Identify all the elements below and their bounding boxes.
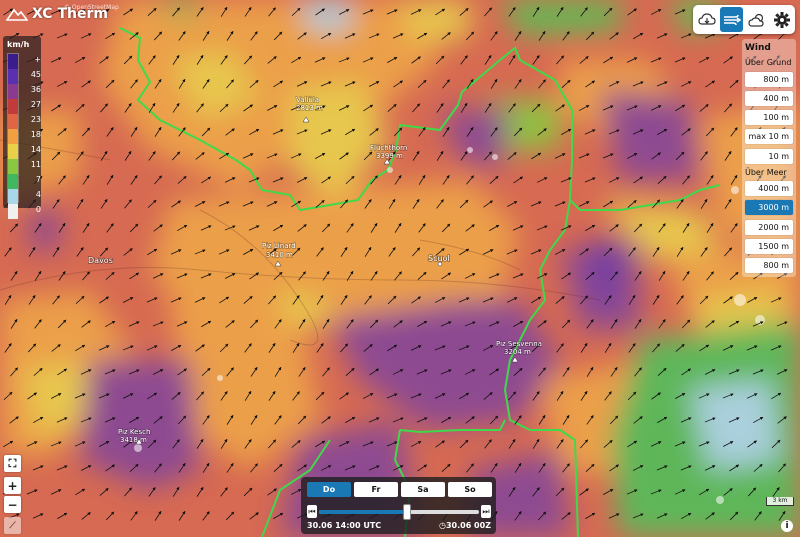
above-ground-label: Über Grund — [745, 58, 792, 67]
current-time-label: 30.06 14:00 UTC — [307, 521, 382, 530]
legend-label: 14 — [30, 145, 41, 154]
peak-elev-piz-sesvenna: 3204 m — [504, 348, 531, 356]
legend-label: 27 — [30, 100, 41, 109]
time-slider-panel: Do Fr Sa So ⏮ ⏭ 30.06 14:00 UTC ◷30.06 0… — [301, 477, 496, 534]
altitude-option-agl-400[interactable]: 400 m — [745, 91, 793, 106]
day-tab-sunday[interactable]: So — [448, 482, 492, 497]
skip-end-icon[interactable]: ⏭ — [481, 505, 491, 518]
thermal-cloud-button[interactable] — [695, 7, 718, 32]
slider-handle[interactable] — [403, 504, 411, 520]
altitude-option-msl-4000[interactable]: 4000 m — [745, 181, 793, 196]
wind-map[interactable]: Davos Scuol Piz Kesch 3418 m Piz Linard … — [0, 0, 800, 537]
altitude-option-msl-2000[interactable]: 2000 m — [745, 220, 793, 235]
ruler-button[interactable]: ⟋ — [4, 517, 21, 534]
town-marker — [437, 261, 443, 267]
legend-swatch — [8, 144, 18, 159]
peak-elev-vallula: 2813 m — [296, 104, 323, 112]
fullscreen-button[interactable]: ⛶ — [4, 455, 21, 472]
legend-label: + — [34, 55, 41, 64]
legend-swatch — [8, 84, 18, 99]
slider-progress — [319, 510, 407, 514]
peak-name-vallula: Vallüla — [296, 96, 319, 104]
peak-elev-fluchthorn: 3399 m — [376, 152, 403, 160]
wind-panel-title: Wind — [745, 43, 771, 53]
sun-cloud-button[interactable] — [745, 7, 768, 32]
gear-icon — [773, 11, 790, 28]
skip-start-icon[interactable]: ⏮ — [307, 505, 317, 518]
altitude-option-agl-10[interactable]: 10 m — [745, 149, 793, 164]
mountain-icon — [6, 8, 28, 21]
legend-swatch — [8, 159, 18, 174]
peak-elev-piz-linard: 3410 m — [266, 251, 293, 259]
peak-name-piz-linard: Piz Linard — [262, 242, 296, 250]
altitude-option-msl-800[interactable]: 800 m — [745, 258, 793, 273]
zoom-out-button[interactable]: − — [4, 496, 21, 513]
altitude-option-agl-800[interactable]: 800 m — [745, 72, 793, 87]
altitude-option-agl-max10[interactable]: max 10 m — [745, 129, 793, 144]
legend-label: 23 — [30, 115, 41, 124]
legend-color-bar — [7, 53, 19, 219]
legend-swatch — [8, 99, 18, 114]
legend-swatch — [8, 129, 18, 144]
clock-icon: ◷ — [438, 521, 446, 530]
fullscreen-icon: ⛶ — [8, 456, 17, 470]
altitude-option-agl-100[interactable]: 100 m — [745, 110, 793, 125]
legend-label: 36 — [30, 85, 41, 94]
ruler-icon: ⟋ — [9, 520, 16, 531]
sun-cloud-icon — [747, 13, 764, 27]
map-attribution[interactable]: © OpenStreetMap — [64, 4, 119, 11]
legend-swatch — [8, 114, 18, 129]
day-tabs: Do Fr Sa So — [307, 482, 492, 497]
thermal-cloud-icon — [697, 12, 716, 25]
legend-label: 18 — [30, 130, 41, 139]
legend-label: 11 — [30, 160, 41, 169]
wind-layer-button[interactable] — [720, 7, 743, 32]
day-tab-friday[interactable]: Fr — [354, 482, 398, 497]
legend-label: 0 — [35, 205, 41, 214]
settings-button[interactable] — [770, 7, 793, 32]
day-tab-thursday[interactable]: Do — [307, 482, 351, 497]
info-button[interactable]: i — [781, 520, 793, 532]
wind-icon — [723, 14, 741, 25]
legend-swatch — [8, 204, 18, 219]
layer-toolbar — [693, 5, 795, 34]
day-tab-saturday[interactable]: Sa — [401, 482, 445, 497]
legend-swatch — [8, 69, 18, 84]
legend-label: 7 — [35, 175, 41, 184]
peak-elev-piz-kesch: 3418 m — [120, 436, 147, 444]
legend-swatch — [8, 189, 18, 204]
wind-altitude-panel: Wind Über Grund 800 m 400 m 100 m max 10… — [742, 39, 796, 277]
time-slider[interactable]: ⏮ ⏭ — [307, 504, 491, 520]
peak-name-piz-sesvenna: Piz Sesvenna — [496, 340, 542, 348]
legend-label: 4 — [35, 190, 41, 199]
legend-label: 45 — [30, 70, 41, 79]
peak-name-piz-kesch: Piz Kesch — [118, 428, 150, 436]
legend-swatch — [8, 174, 18, 189]
legend-unit: km/h — [7, 40, 30, 49]
altitude-option-msl-1500[interactable]: 1500 m — [745, 239, 793, 254]
town-label-davos: Davos — [88, 256, 113, 265]
zoom-in-button[interactable]: + — [4, 477, 21, 494]
wind-speed-legend: km/h +45 36 27 23 18 14 11 7 4 0 — [3, 36, 41, 219]
legend-swatch — [8, 54, 18, 69]
peak-name-fluchthorn: Flüchthorn — [370, 144, 407, 152]
scale-bar: 3 km — [766, 497, 794, 506]
town-label-scuol: Scuol — [428, 254, 450, 263]
altitude-option-msl-3000[interactable]: 3000 m — [745, 200, 793, 215]
above-sea-label: Über Meer — [745, 168, 787, 177]
model-run-label: ◷30.06 00Z — [438, 521, 491, 530]
